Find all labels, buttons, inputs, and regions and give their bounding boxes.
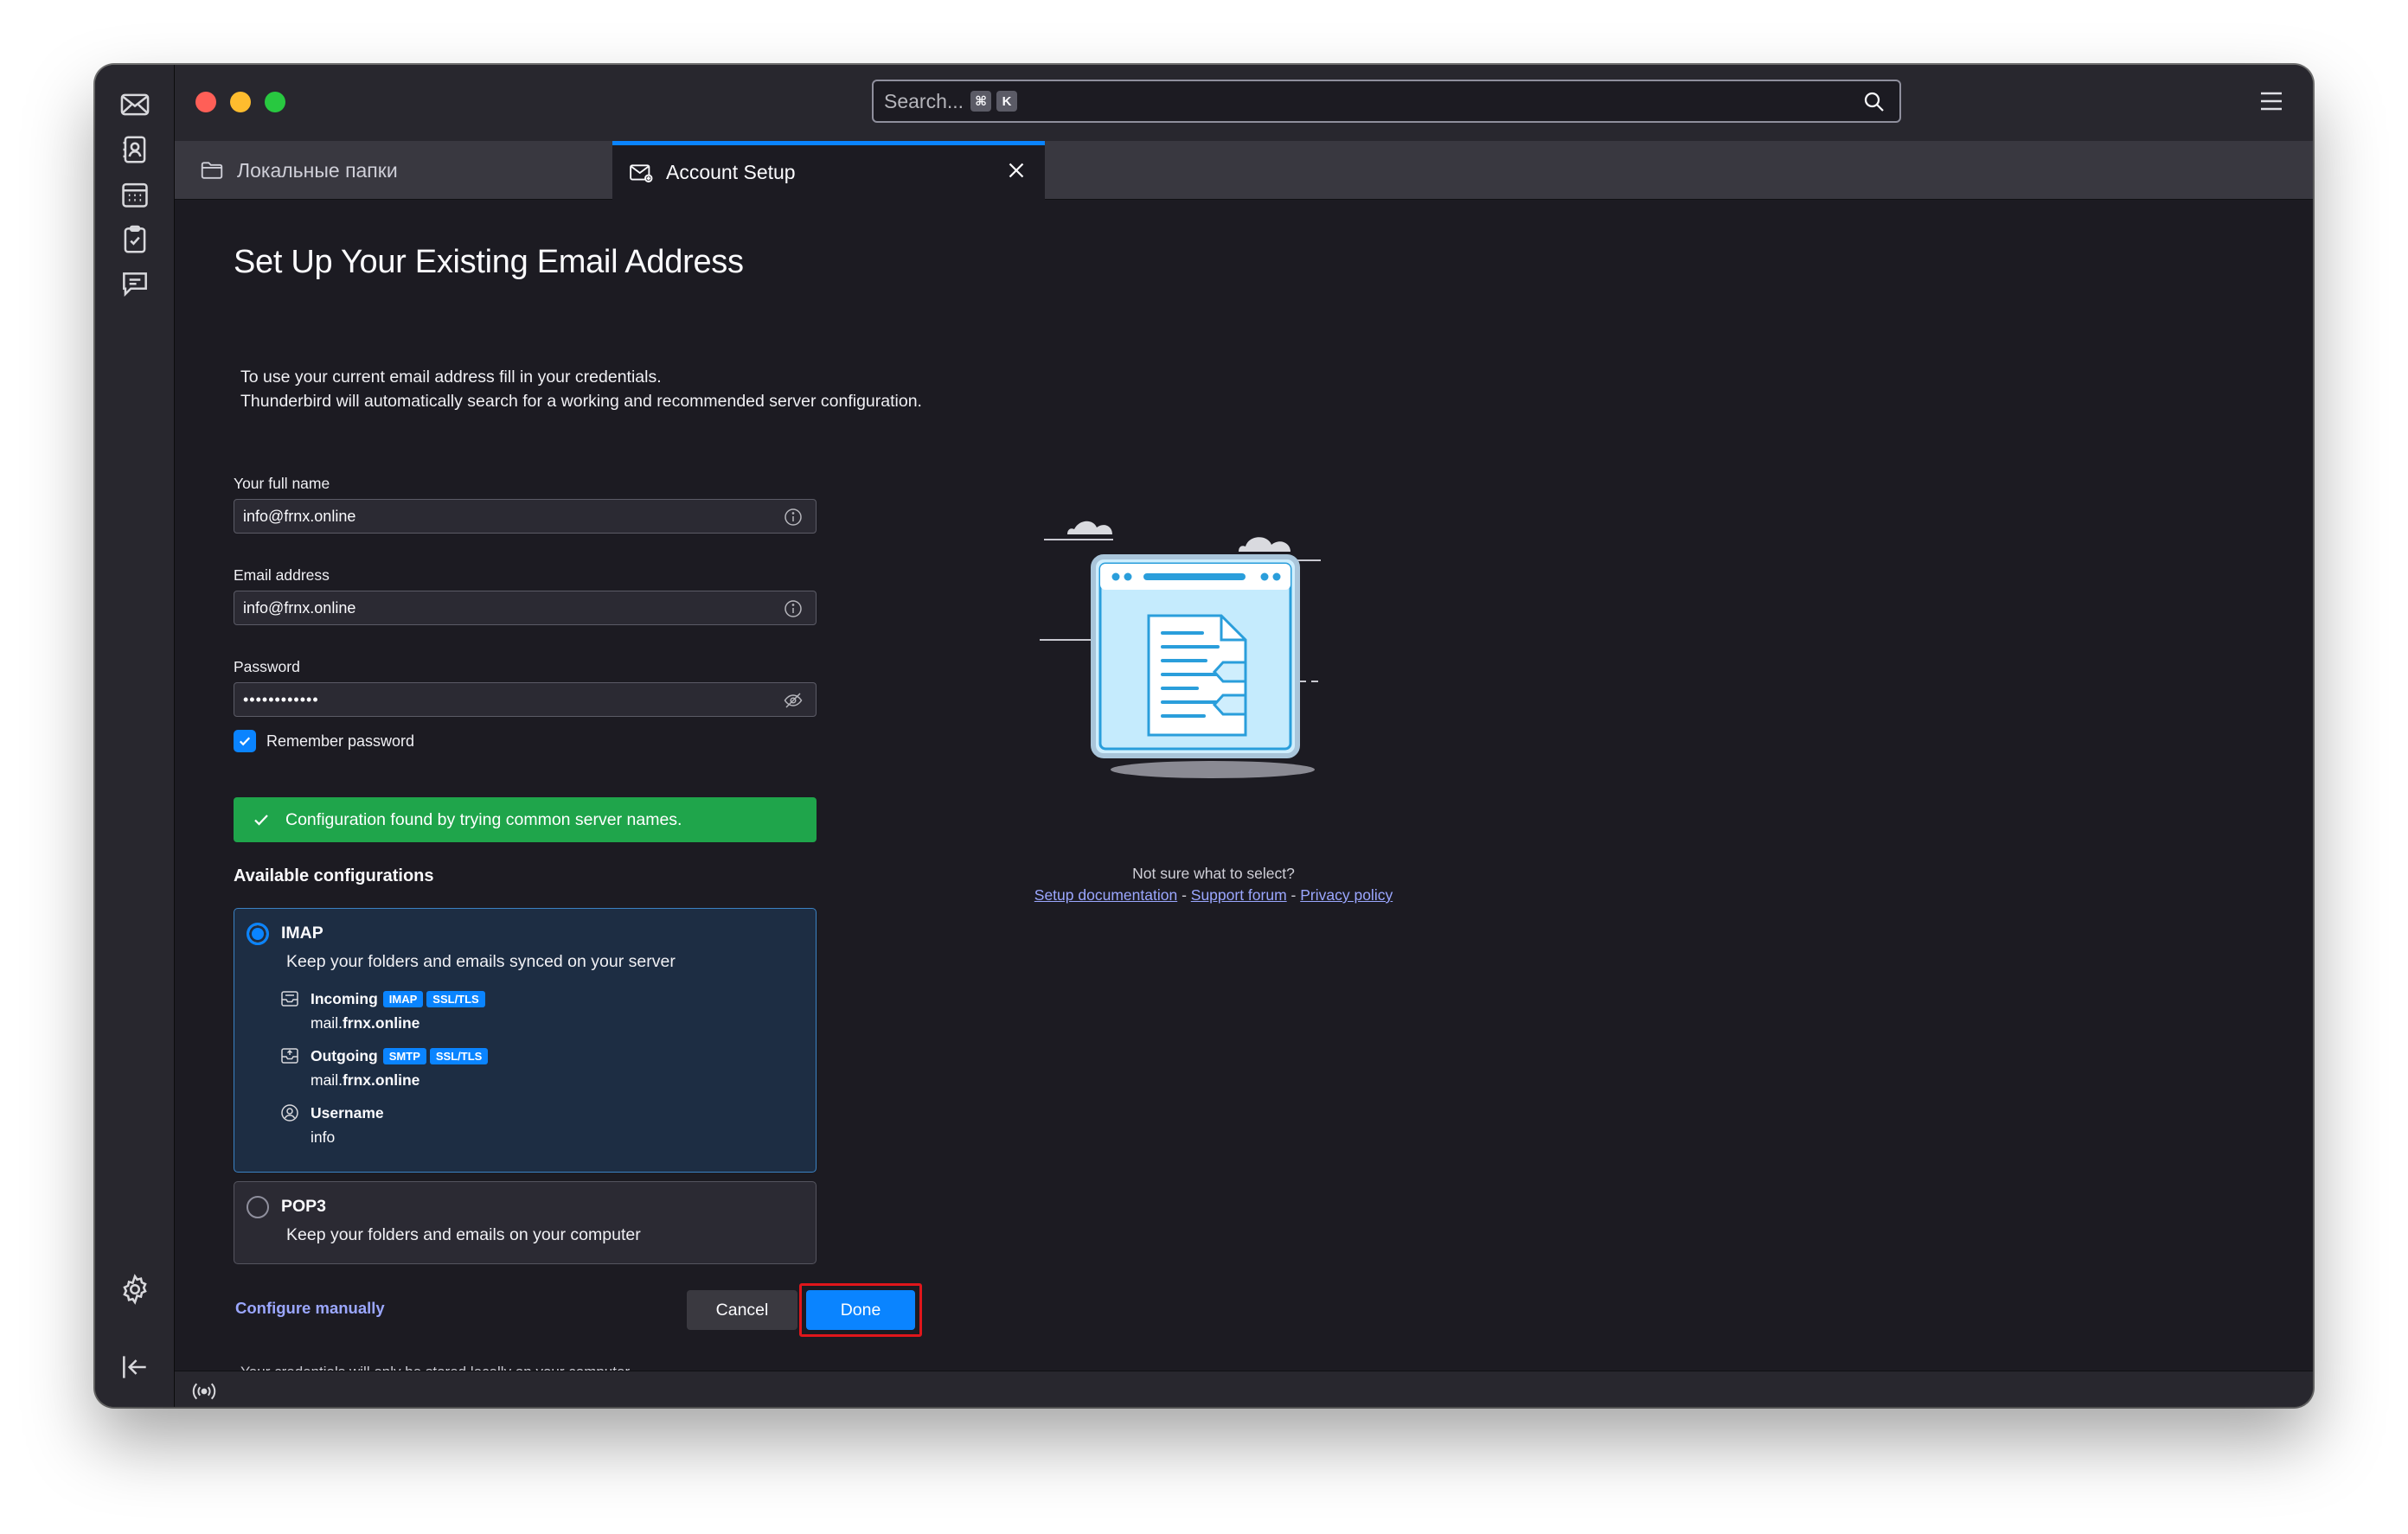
search-icon[interactable] bbox=[1861, 89, 1887, 115]
chat-button[interactable] bbox=[114, 264, 156, 305]
intro-text-line2: Thunderbird will automatically search fo… bbox=[240, 392, 922, 411]
password-value: •••••••••••• bbox=[243, 690, 319, 708]
config-option-imap[interactable]: IMAP Keep your folders and emails synced… bbox=[234, 908, 817, 1173]
settings-button[interactable] bbox=[114, 1269, 156, 1310]
remember-password-label: Remember password bbox=[266, 732, 415, 750]
thunderbird-window: Search... ⌘ K Локальные папки Account Se… bbox=[95, 65, 2313, 1407]
security-badge: SSL/TLS bbox=[429, 1047, 489, 1064]
tab-label: Account Setup bbox=[666, 161, 796, 183]
collapse-left-icon bbox=[123, 1356, 146, 1378]
outgoing-label: Outgoing bbox=[311, 1046, 378, 1064]
calendar-icon bbox=[122, 182, 148, 208]
intro-text-line1: To use your current email address fill i… bbox=[240, 368, 662, 387]
collapse-toolbar-button[interactable] bbox=[114, 1346, 156, 1388]
username-value: info bbox=[311, 1128, 336, 1146]
support-forum-link[interactable]: Support forum bbox=[1191, 886, 1287, 904]
cancel-button[interactable]: Cancel bbox=[687, 1290, 797, 1330]
checkbox-checked[interactable] bbox=[234, 730, 256, 752]
config-found-notice: Configuration found by trying common ser… bbox=[234, 797, 817, 842]
config-option-pop3[interactable]: POP3 Keep your folders and emails on you… bbox=[234, 1181, 817, 1264]
link-separator: - bbox=[1290, 886, 1297, 904]
status-bar bbox=[175, 1371, 2313, 1407]
address-book-icon bbox=[123, 136, 146, 163]
tab-label: Локальные папки bbox=[237, 158, 398, 182]
outgoing-host: mail.frnx.online bbox=[311, 1071, 420, 1089]
outbox-icon bbox=[281, 1048, 298, 1064]
password-label: Password bbox=[234, 658, 300, 675]
config-description: Keep your folders and emails on your com… bbox=[286, 1225, 641, 1244]
privacy-policy-link[interactable]: Privacy policy bbox=[1300, 886, 1393, 904]
help-question: Not sure what to select? bbox=[1132, 865, 1295, 882]
k-key-badge: K bbox=[996, 91, 1018, 112]
mail-settings-icon bbox=[630, 163, 653, 182]
checkmark-icon bbox=[239, 737, 251, 746]
close-icon[interactable] bbox=[1003, 157, 1029, 183]
mail-space-button[interactable] bbox=[114, 84, 156, 125]
title-bar: Search... ⌘ K bbox=[175, 65, 2313, 141]
search-placeholder: Search... bbox=[884, 89, 964, 112]
incoming-label: Incoming bbox=[311, 989, 378, 1007]
done-button[interactable]: Done bbox=[806, 1290, 915, 1330]
tasks-button[interactable] bbox=[114, 219, 156, 260]
inbox-icon bbox=[281, 991, 298, 1007]
remember-password-checkbox[interactable]: Remember password bbox=[234, 730, 414, 752]
notice-text: Configuration found by trying common ser… bbox=[285, 809, 682, 829]
address-book-button[interactable] bbox=[114, 129, 156, 170]
setup-documentation-link[interactable]: Setup documentation bbox=[1034, 886, 1177, 904]
setup-illustration bbox=[1040, 521, 1321, 778]
username-label: Username bbox=[311, 1103, 384, 1122]
mail-icon bbox=[120, 93, 150, 116]
pop3-radio[interactable] bbox=[247, 1196, 269, 1218]
hamburger-menu-icon[interactable] bbox=[2256, 86, 2287, 117]
available-configurations-heading: Available configurations bbox=[234, 866, 434, 885]
protocol-badge: SMTP bbox=[382, 1047, 426, 1064]
help-links: Setup documentation - Support forum - Pr… bbox=[1005, 886, 1422, 904]
imap-radio[interactable] bbox=[247, 923, 269, 945]
minimize-window-button[interactable] bbox=[230, 92, 251, 112]
config-name: POP3 bbox=[281, 1197, 327, 1216]
tab-bar: Локальные папки Account Setup bbox=[175, 141, 2313, 200]
tab-local-folders[interactable]: Локальные папки bbox=[187, 141, 590, 200]
username-row: Username bbox=[279, 1103, 389, 1123]
tab-account-setup[interactable]: Account Setup bbox=[612, 141, 1045, 200]
info-icon[interactable] bbox=[783, 598, 804, 619]
config-name: IMAP bbox=[281, 924, 323, 943]
incoming-server-row: Incoming IMAP SSL/TLS bbox=[279, 988, 489, 1009]
security-badge: SSL/TLS bbox=[426, 990, 485, 1007]
outgoing-server-row: Outgoing SMTP SSL/TLS bbox=[279, 1045, 491, 1066]
folder-icon bbox=[201, 162, 223, 179]
user-icon bbox=[281, 1104, 298, 1122]
full-name-field[interactable]: info@frnx.online bbox=[234, 499, 817, 534]
email-label: Email address bbox=[234, 566, 330, 584]
email-field[interactable]: info@frnx.online bbox=[234, 591, 817, 625]
command-key-badge: ⌘ bbox=[970, 91, 992, 112]
config-description: Keep your folders and emails synced on y… bbox=[286, 952, 676, 971]
full-name-value: info@frnx.online bbox=[243, 507, 356, 525]
tasks-icon bbox=[124, 225, 146, 253]
page-title: Set Up Your Existing Email Address bbox=[234, 244, 744, 280]
password-field[interactable]: •••••••••••• bbox=[234, 682, 817, 717]
configure-manually-link[interactable]: Configure manually bbox=[235, 1299, 385, 1318]
chat-icon bbox=[123, 272, 147, 297]
protocol-badge: IMAP bbox=[382, 990, 424, 1007]
zoom-window-button[interactable] bbox=[265, 92, 285, 112]
info-icon[interactable] bbox=[783, 507, 804, 527]
gear-icon bbox=[123, 1274, 147, 1305]
email-value: info@frnx.online bbox=[243, 598, 356, 617]
calendar-button[interactable] bbox=[114, 174, 156, 215]
online-status-icon[interactable] bbox=[190, 1377, 218, 1405]
full-name-label: Your full name bbox=[234, 475, 330, 492]
checkmark-icon bbox=[254, 815, 268, 826]
search-input[interactable]: Search... ⌘ K bbox=[872, 80, 1901, 123]
incoming-host: mail.frnx.online bbox=[311, 1014, 420, 1032]
account-setup-panel: Set Up Your Existing Email Address To us… bbox=[175, 201, 2313, 1380]
link-separator: - bbox=[1182, 886, 1187, 904]
spaces-toolbar bbox=[95, 65, 175, 1407]
show-password-icon[interactable] bbox=[783, 690, 804, 711]
close-window-button[interactable] bbox=[195, 92, 216, 112]
